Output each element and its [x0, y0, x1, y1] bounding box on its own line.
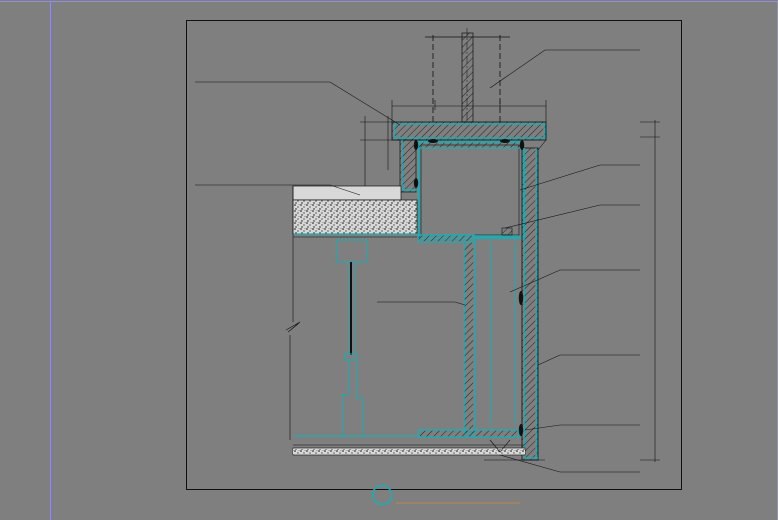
- right-cladding: [518, 139, 547, 461]
- steel-column: [417, 227, 519, 438]
- curtain-hanger: [335, 239, 367, 437]
- viewport-border: [50, 1, 778, 520]
- cad-drawing-canvas: [0, 1, 778, 520]
- steel-box: [413, 139, 525, 239]
- floor: [292, 435, 545, 461]
- top-cap: [391, 121, 547, 141]
- sheet-border: [186, 20, 682, 490]
- detail-title-block: [371, 484, 520, 506]
- right-dimension: [640, 120, 660, 462]
- leader-lines: [195, 49, 640, 473]
- upper-column: [425, 28, 510, 123]
